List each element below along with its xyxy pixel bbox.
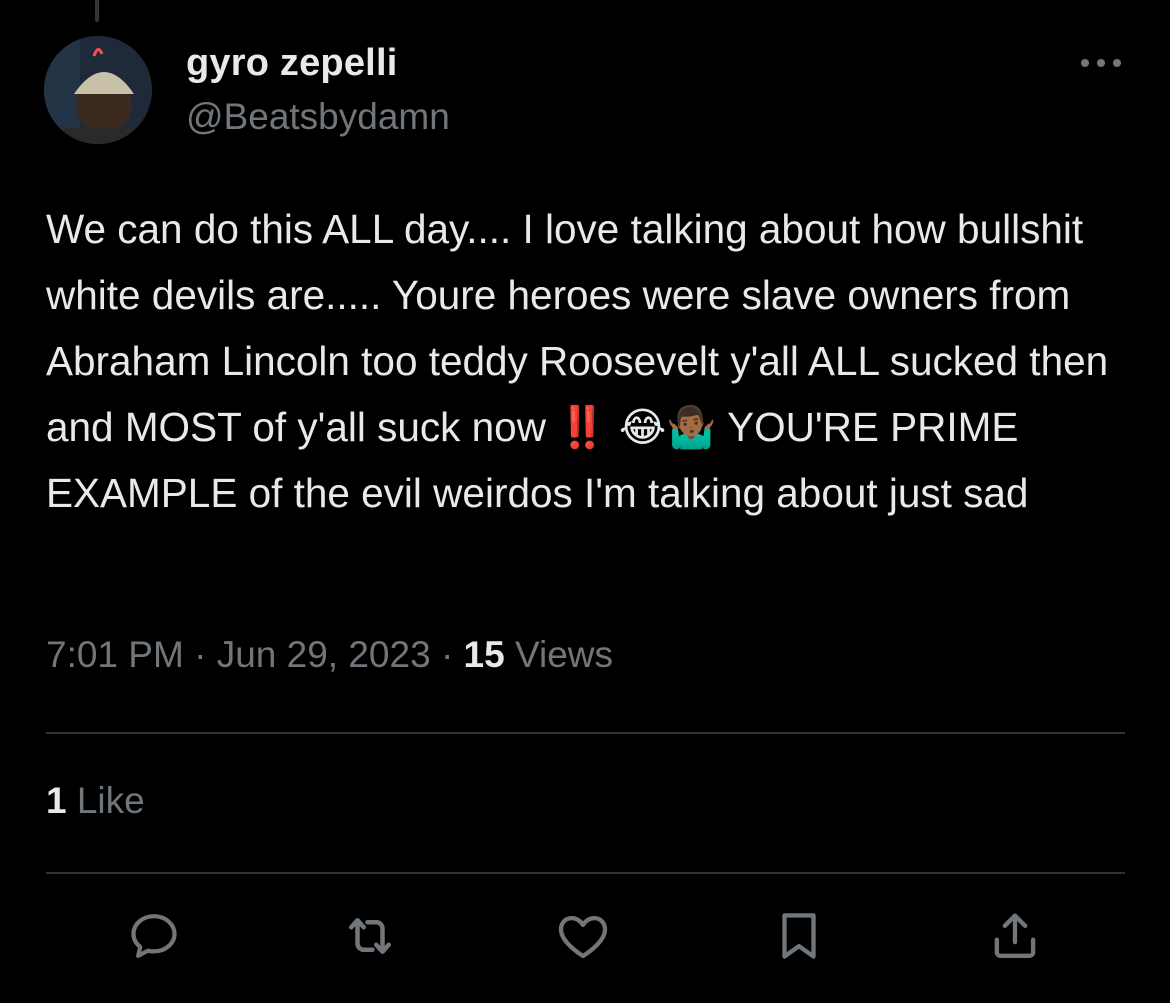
divider [46, 872, 1125, 874]
avatar-image [44, 36, 152, 144]
meta-separator: · [440, 634, 454, 675]
tweet-time[interactable]: 7:01 PM [46, 634, 184, 675]
more-options-button[interactable] [1076, 48, 1126, 78]
reply-button[interactable] [124, 906, 184, 966]
meta-separator: · [194, 634, 207, 675]
share-button[interactable] [985, 906, 1045, 966]
like-button[interactable] [553, 906, 613, 966]
heart-icon [558, 915, 608, 959]
reply-icon [131, 914, 177, 958]
views-label: Views [514, 634, 614, 675]
more-dots-icon [1081, 59, 1121, 67]
divider [46, 732, 1125, 734]
tweet-text: We can do this ALL day.... I love talkin… [46, 206, 1120, 516]
bookmark-icon [782, 913, 816, 959]
bookmark-button[interactable] [769, 906, 829, 966]
retweet-icon [349, 918, 391, 954]
likes-count: 1 [46, 780, 67, 821]
likes-label: Like [76, 780, 145, 821]
author-display-name[interactable]: gyro zepelli [186, 42, 397, 85]
retweet-button[interactable] [340, 906, 400, 966]
tweet-metadata: 7:01 PM · Jun 29, 2023 · 15 Views [46, 634, 613, 676]
likes-link[interactable]: 1 Like [46, 780, 145, 822]
avatar[interactable] [44, 36, 152, 144]
views-count: 15 [463, 634, 505, 675]
thread-connector-line [95, 0, 99, 22]
share-icon [994, 913, 1036, 958]
author-handle[interactable]: @Beatsbydamn [186, 96, 450, 138]
tweet-date[interactable]: Jun 29, 2023 [217, 634, 431, 675]
